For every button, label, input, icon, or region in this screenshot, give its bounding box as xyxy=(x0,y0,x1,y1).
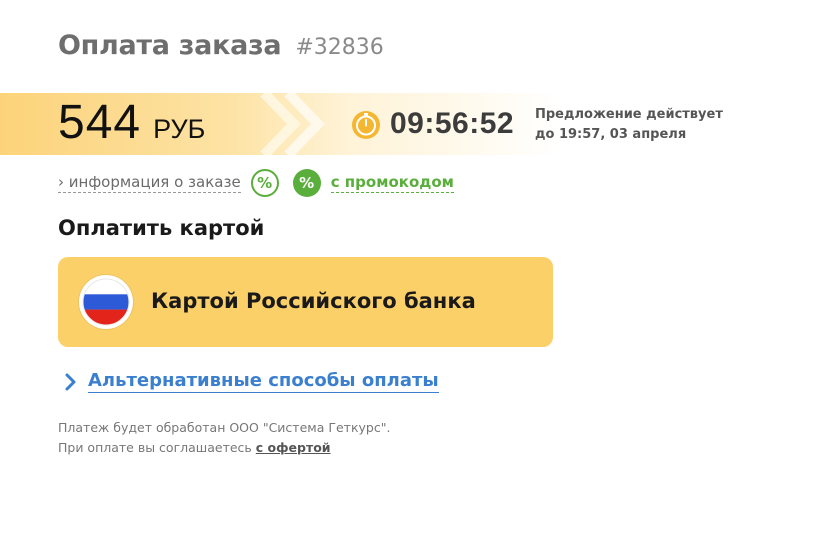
percent-outline-icon[interactable]: % xyxy=(250,169,279,197)
chevrons-decoration xyxy=(260,93,325,155)
countdown-timer: 09:56:52 xyxy=(390,107,515,140)
price: 544 РУБ xyxy=(58,95,205,150)
alternative-payment-link[interactable]: Альтернативные способы оплаты xyxy=(88,370,439,393)
order-number: #32836 xyxy=(295,35,384,60)
payment-note: Платеж будет обработан ООО "Система Гетк… xyxy=(58,418,390,458)
promo-code-link[interactable]: с промокодом xyxy=(330,173,454,193)
note-line1: Платеж будет обработан ООО "Система Гетк… xyxy=(58,420,391,435)
page-header: Оплата заказа #32836 xyxy=(58,30,384,61)
price-value: 544 xyxy=(58,96,142,149)
offer-expiry: Предложение действует до 19:57, 03 апрел… xyxy=(535,105,723,145)
card-button-label: Картой Российского банка xyxy=(151,289,476,313)
pay-card-heading: Оплатить картой xyxy=(58,216,265,240)
price-band: 544 РУБ 09:56:52 Предложение действует д… xyxy=(0,93,820,155)
offer-expiry-line1: Предложение действует xyxy=(535,107,723,122)
alternative-payment-row[interactable]: Альтернативные способы оплаты xyxy=(64,370,439,393)
offer-expiry-line2: до 19:57, 03 апреля xyxy=(535,127,687,142)
order-links-row: › информация о заказе % % с промокодом xyxy=(58,168,454,198)
note-line2-prefix: При оплате вы соглашаетесь xyxy=(58,440,256,455)
offer-terms-link[interactable]: с офертой xyxy=(256,440,331,455)
russian-bank-card-button[interactable]: Картой Российского банка xyxy=(58,257,553,347)
chevron-right-icon xyxy=(65,373,76,390)
order-info-link[interactable]: › информация о заказе xyxy=(58,173,241,193)
page-title: Оплата заказа xyxy=(58,30,282,61)
stopwatch-icon xyxy=(352,111,380,139)
note-line2: При оплате вы соглашаетесь с офертой xyxy=(58,438,390,458)
percent-filled-icon[interactable]: % xyxy=(292,169,321,197)
price-currency: РУБ xyxy=(153,114,206,144)
russia-flag-icon xyxy=(79,275,133,329)
